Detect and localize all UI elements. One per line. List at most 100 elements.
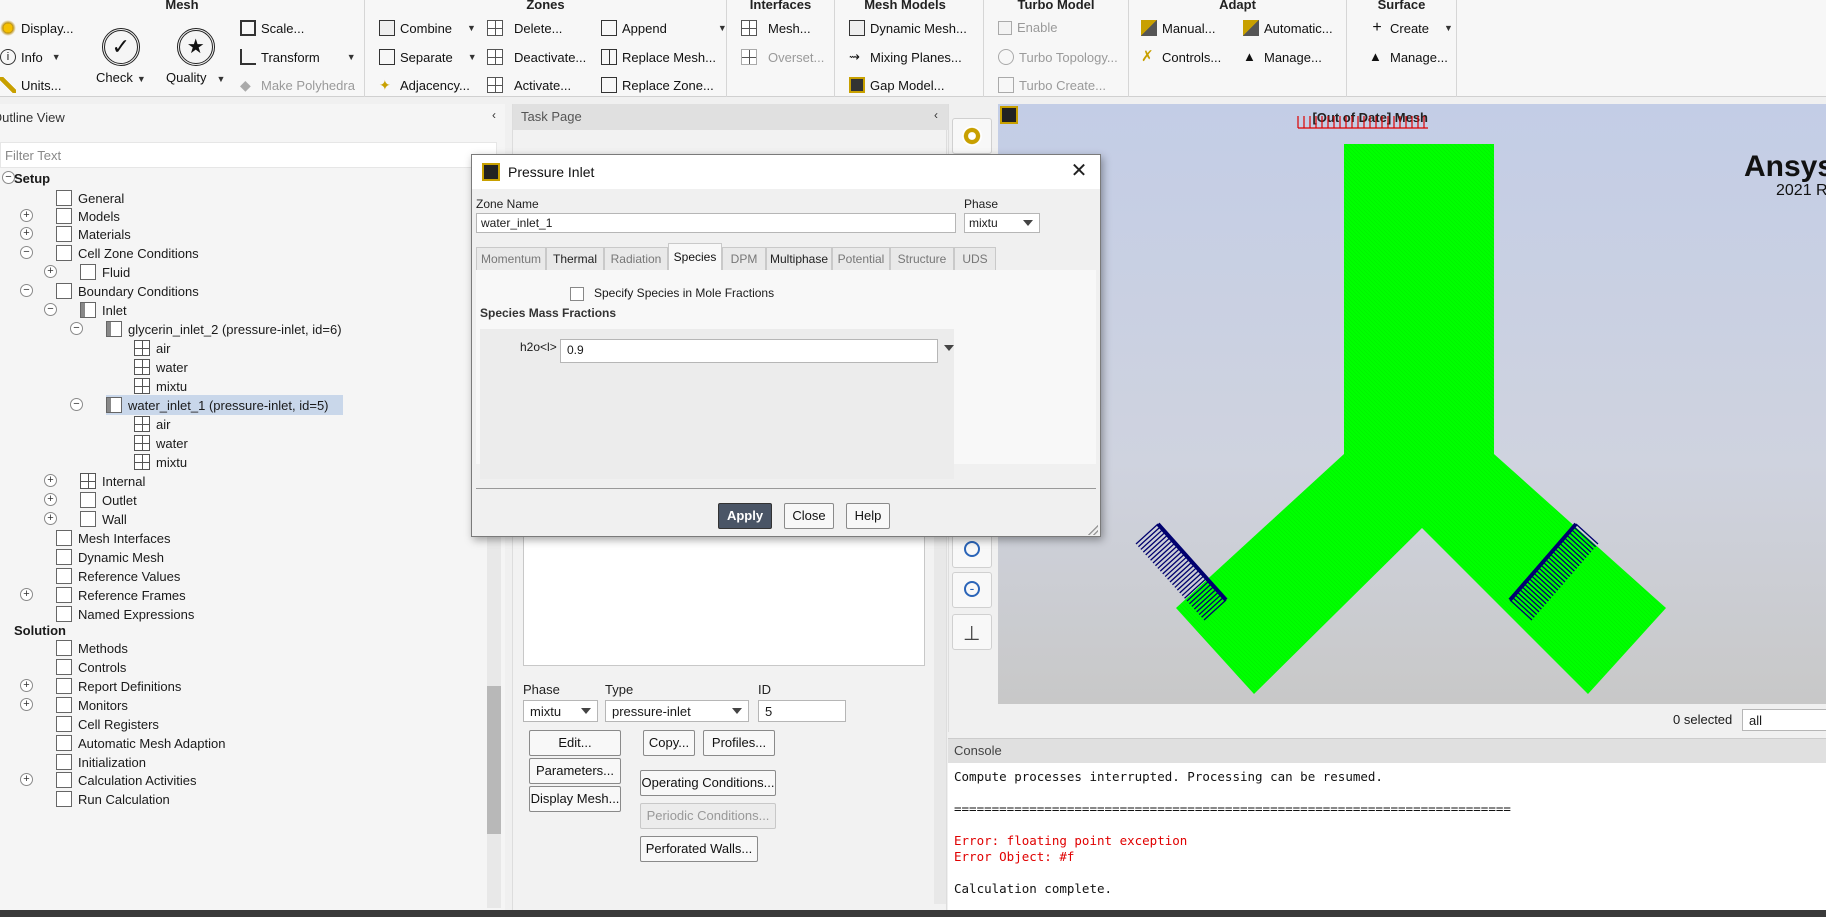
tree-item-general[interactable]: General [56,188,124,208]
tab-multiphase[interactable]: Multiphase [766,247,832,271]
display-mesh-button[interactable]: Display Mesh... [529,786,621,812]
tree-item-internal[interactable]: + Internal [44,471,145,491]
mesh-info-button[interactable]: i Info ▼ [0,49,61,65]
tree-item-dynamic-mesh[interactable]: Dynamic Mesh [56,547,164,567]
collapse-icon[interactable]: − [70,322,83,335]
expand-icon[interactable]: + [20,588,33,601]
collapse-icon[interactable]: − [2,171,15,184]
perforated-walls-button[interactable]: Perforated Walls... [640,836,758,862]
mesh-units-button[interactable]: Units... [0,77,61,93]
tree-item-automatic-mesh-adaption[interactable]: Automatic Mesh Adaption [56,733,225,753]
parameters-button[interactable]: Parameters... [529,758,621,784]
profiles-button[interactable]: Profiles... [703,730,775,756]
selection-filter-select[interactable]: all [1742,709,1826,731]
expand-icon[interactable]: + [44,512,57,525]
tree-item-water[interactable]: water [134,357,188,377]
close-button[interactable]: Close [784,503,834,529]
adapt-manual-button[interactable]: Manual... [1141,20,1215,36]
collapse-panel-icon[interactable]: ‹ [934,108,938,122]
expand-icon[interactable]: + [20,679,33,692]
tree-item-controls[interactable]: Controls [56,657,126,677]
type-select[interactable]: pressure-inlet [605,700,749,722]
phase-select[interactable]: mixtu [523,700,598,722]
tree-item-mixtu[interactable]: mixtu [134,376,187,396]
mesh-quality-button[interactable]: ★ Quality ▼ [166,28,225,85]
adapt-automatic-button[interactable]: Automatic... [1243,20,1333,36]
close-icon[interactable]: ✕ [1066,159,1092,185]
mole-fraction-checkbox[interactable] [570,287,584,301]
tree-item-monitors[interactable]: + Monitors [20,695,128,715]
axes-view-button[interactable]: ⊥ [952,614,992,650]
resize-grip-icon[interactable] [1088,525,1098,535]
copy-button[interactable]: Copy... [643,730,695,756]
tree-item-run-calculation[interactable]: Run Calculation [56,789,170,809]
expand-icon[interactable]: + [44,265,57,278]
tree-item-solution[interactable]: Solution [14,620,66,640]
mesh-display-button[interactable]: Display... [0,20,74,36]
adapt-controls-button[interactable]: ✗ Controls... [1141,49,1221,65]
tree-item-wall[interactable]: + Wall [44,509,127,529]
replace-mesh-button[interactable]: Replace Mesh... [601,49,716,65]
dynamic-mesh-button[interactable]: Dynamic Mesh... [849,20,967,36]
scrollbar-thumb[interactable] [487,686,501,834]
tab-radiation[interactable]: Radiation [604,247,668,271]
tree-item-mesh-interfaces[interactable]: Mesh Interfaces [56,528,171,548]
tree-item-water[interactable]: water [134,433,188,453]
replace-zone-button[interactable]: Replace Zone... [601,77,714,93]
zoom-out-button[interactable]: - [952,572,992,608]
gap-model-button[interactable]: Gap Model... [849,77,944,93]
zone-name-field[interactable]: water_inlet_1 [476,213,956,233]
expand-icon[interactable]: + [20,698,33,711]
overset-button[interactable]: Overset... [741,49,824,65]
tab-momentum[interactable]: Momentum [476,247,546,271]
adjacency-button[interactable]: ✦ Adjacency... [379,77,470,93]
expand-icon[interactable]: + [44,493,57,506]
tree-item-water-inlet-1[interactable]: − water_inlet_1 (pressure-inlet, id=5) [70,395,343,415]
expand-icon[interactable]: + [20,773,33,786]
expand-icon[interactable]: + [20,227,33,240]
filter-text-input[interactable]: Filter Text [0,142,497,168]
tab-potential[interactable]: Potential [832,247,890,271]
tree-item-models[interactable]: + Models [20,206,120,226]
turbo-topology-button[interactable]: Turbo Topology... [998,49,1118,65]
tree-item-boundary-conditions[interactable]: − Boundary Conditions [20,281,199,301]
apply-button[interactable]: Apply [718,503,772,529]
tree-item-cell-zone-conditions[interactable]: − Cell Zone Conditions [20,243,199,263]
tab-thermal[interactable]: Thermal [546,247,604,271]
combine-button[interactable]: Combine ▼ [379,20,476,36]
collapse-icon[interactable]: − [20,246,33,259]
tree-item-inlet[interactable]: − Inlet [44,300,127,320]
species-fraction-input[interactable]: 0.9 [560,339,938,363]
interfaces-mesh-button[interactable]: Mesh... [741,20,811,36]
tree-item-setup[interactable]: − Setup [2,168,50,188]
mesh-scale-button[interactable]: Scale... [240,20,304,36]
periodic-conditions-button[interactable]: Periodic Conditions... [640,803,776,829]
tree-item-named-expressions[interactable]: Named Expressions [56,604,194,624]
collapse-icon[interactable]: − [70,398,83,411]
append-button[interactable]: Append ▼ [601,20,727,36]
tree-item-outlet[interactable]: + Outlet [44,490,137,510]
tree-item-fluid[interactable]: + Fluid [44,262,130,282]
mixing-planes-button[interactable]: ⇝ Mixing Planes... [849,49,962,65]
operating-conditions-button[interactable]: Operating Conditions... [640,770,776,796]
tree-item-materials[interactable]: + Materials [20,224,131,244]
mesh-transform-button[interactable]: Transform ▼ [240,49,356,65]
tree-item-glycerin-inlet-2[interactable]: − glycerin_inlet_2 (pressure-inlet, id=6) [70,319,342,339]
mesh-check-button[interactable]: ✓ Check ▼ [96,28,146,85]
id-field[interactable]: 5 [758,700,846,722]
turbo-create-button[interactable]: Turbo Create... [998,77,1106,93]
collapse-icon[interactable]: − [44,303,57,316]
rotate-view-button[interactable] [952,118,992,154]
tree-item-reference-values[interactable]: Reference Values [56,566,180,586]
separate-button[interactable]: Separate ▼ [379,49,477,65]
delete-zone-button[interactable]: Delete... [487,20,562,36]
tree-item-initialization[interactable]: Initialization [56,752,146,772]
tab-species[interactable]: Species [668,243,722,271]
zoom-in-button[interactable] [952,532,992,568]
expand-icon[interactable]: + [44,474,57,487]
tree-item-air[interactable]: air [134,414,170,434]
tab-uds[interactable]: UDS [954,247,996,271]
adapt-manage-button[interactable]: ▲ Manage... [1243,49,1322,65]
collapse-icon[interactable]: − [20,284,33,297]
tree-item-cell-registers[interactable]: Cell Registers [56,714,159,734]
